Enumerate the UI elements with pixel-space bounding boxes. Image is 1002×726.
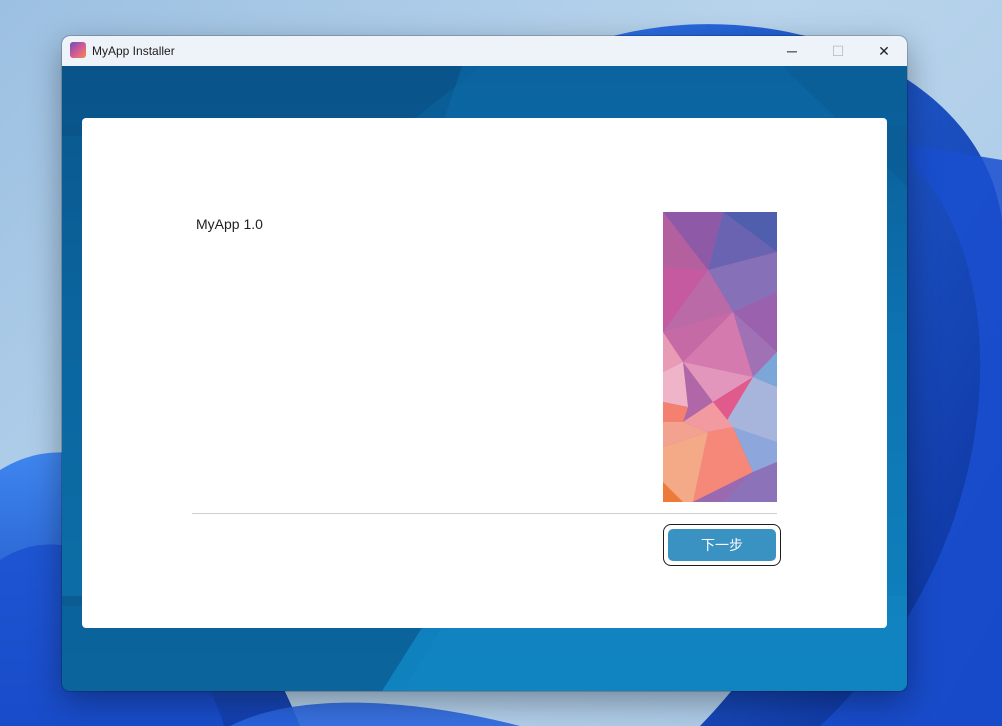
close-icon: ✕ [878, 42, 890, 59]
title-bar[interactable]: MyApp Installer ─ ☐ ✕ [62, 36, 907, 66]
next-button-focus-ring: 下一步 [663, 524, 781, 566]
minimize-button[interactable]: ─ [769, 36, 815, 66]
installer-background: MyApp 1.0 下一步 [62, 66, 907, 691]
installer-window: MyApp Installer ─ ☐ ✕ MyApp 1.0 下一步 [62, 36, 907, 691]
app-icon [70, 42, 86, 58]
desktop-icon-fragment: ▔ [0, 0, 19, 15]
minimize-icon: ─ [787, 43, 797, 59]
footer-divider [192, 513, 777, 514]
maximize-icon: ☐ [831, 42, 845, 59]
product-name-label: MyApp 1.0 [196, 216, 263, 232]
maximize-button[interactable]: ☐ [815, 36, 861, 66]
next-button[interactable]: 下一步 [668, 529, 776, 561]
window-title: MyApp Installer [92, 44, 175, 58]
installer-content-panel: MyApp 1.0 下一步 [82, 118, 887, 628]
installer-banner-image [663, 212, 777, 502]
close-button[interactable]: ✕ [861, 36, 907, 66]
